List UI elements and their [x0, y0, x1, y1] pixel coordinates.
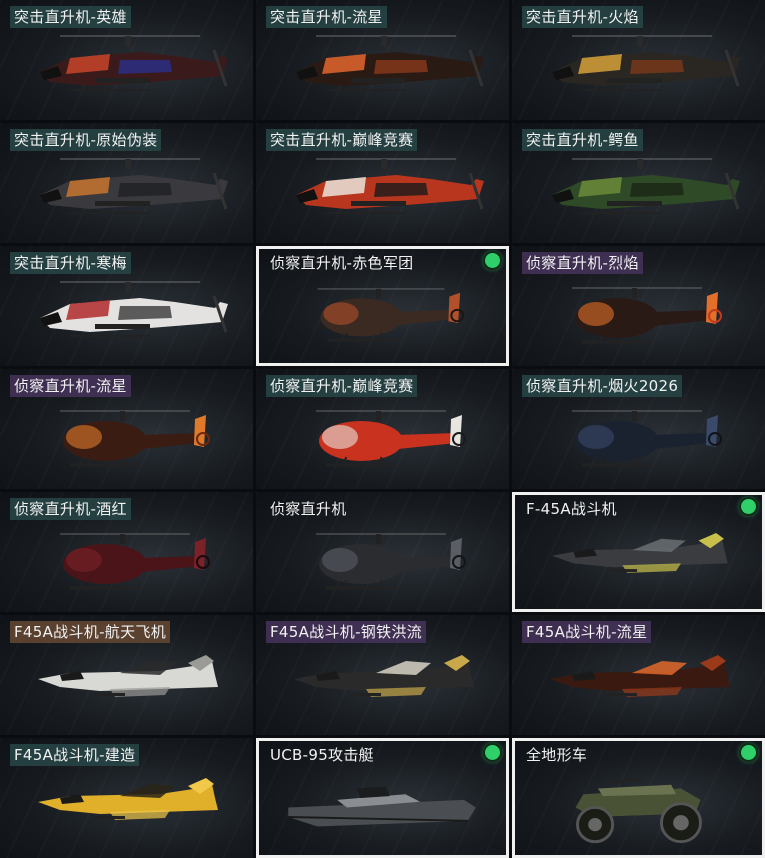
vehicle-name-label: 侦察直升机-赤色军团	[270, 254, 414, 272]
vehicle-tile[interactable]: 侦察直升机-酒红	[0, 492, 253, 612]
vehicle-name-label: 突击直升机-寒梅	[10, 252, 131, 274]
vehicle-tile[interactable]: 侦察直升机-烟火2026	[512, 369, 765, 489]
vehicle-tile[interactable]: 侦察直升机-流星	[0, 369, 253, 489]
vehicle-tile[interactable]: 突击直升机-寒梅	[0, 246, 253, 366]
vehicle-tile[interactable]: 侦察直升机-巅峰竞赛	[256, 369, 509, 489]
vehicle-tile[interactable]: 突击直升机-巅峰竞赛	[256, 123, 509, 243]
vehicle-name-label: F45A战斗机-建造	[10, 744, 140, 766]
vehicle-name-label: 突击直升机-流星	[266, 6, 387, 28]
vehicle-tile[interactable]: F45A战斗机-流星	[512, 615, 765, 735]
equipped-indicator-icon	[485, 745, 500, 760]
vehicle-tile[interactable]: F45A战斗机-建造	[0, 738, 253, 858]
vehicle-tile[interactable]: UCB-95攻击艇	[256, 738, 509, 858]
vehicle-skin-grid: 突击直升机-英雄 突击直升机-流星 突击直升机-火焰 突击直升机-原始伪装 突击…	[0, 0, 765, 858]
vehicle-tile[interactable]: 突击直升机-英雄	[0, 0, 253, 120]
vehicle-tile[interactable]: 突击直升机-鳄鱼	[512, 123, 765, 243]
vehicle-name-label: F45A战斗机-钢铁洪流	[266, 621, 426, 643]
vehicle-name-label: 突击直升机-火焰	[522, 6, 643, 28]
vehicle-tile[interactable]: 突击直升机-火焰	[512, 0, 765, 120]
vehicle-tile[interactable]: 突击直升机-原始伪装	[0, 123, 253, 243]
vehicle-tile[interactable]: 侦察直升机-赤色军团	[256, 246, 509, 366]
vehicle-name-label: 突击直升机-原始伪装	[10, 129, 162, 151]
vehicle-name-label: F-45A战斗机	[526, 500, 617, 518]
equipped-indicator-icon	[741, 745, 756, 760]
vehicle-name-label: 侦察直升机	[270, 500, 347, 518]
vehicle-name-label: 突击直升机-英雄	[10, 6, 131, 28]
vehicle-name-label: UCB-95攻击艇	[270, 746, 374, 764]
vehicle-name-label: 侦察直升机-巅峰竞赛	[266, 375, 418, 397]
vehicle-name-label: 全地形车	[526, 746, 588, 764]
vehicle-name-label: 侦察直升机-烈焰	[522, 252, 643, 274]
vehicle-name-label: 突击直升机-鳄鱼	[522, 129, 643, 151]
vehicle-name-label: 侦察直升机-酒红	[10, 498, 131, 520]
vehicle-name-label: F45A战斗机-航天飞机	[10, 621, 170, 643]
vehicle-tile[interactable]: 全地形车	[512, 738, 765, 858]
vehicle-tile[interactable]: F45A战斗机-钢铁洪流	[256, 615, 509, 735]
vehicle-tile[interactable]: 侦察直升机	[256, 492, 509, 612]
equipped-indicator-icon	[741, 499, 756, 514]
vehicle-name-label: 侦察直升机-流星	[10, 375, 131, 397]
vehicle-name-label: F45A战斗机-流星	[522, 621, 652, 643]
equipped-indicator-icon	[485, 253, 500, 268]
vehicle-tile[interactable]: F45A战斗机-航天飞机	[0, 615, 253, 735]
vehicle-tile[interactable]: F-45A战斗机	[512, 492, 765, 612]
vehicle-tile[interactable]: 侦察直升机-烈焰	[512, 246, 765, 366]
vehicle-name-label: 突击直升机-巅峰竞赛	[266, 129, 418, 151]
vehicle-name-label: 侦察直升机-烟火2026	[522, 375, 683, 397]
vehicle-tile[interactable]: 突击直升机-流星	[256, 0, 509, 120]
